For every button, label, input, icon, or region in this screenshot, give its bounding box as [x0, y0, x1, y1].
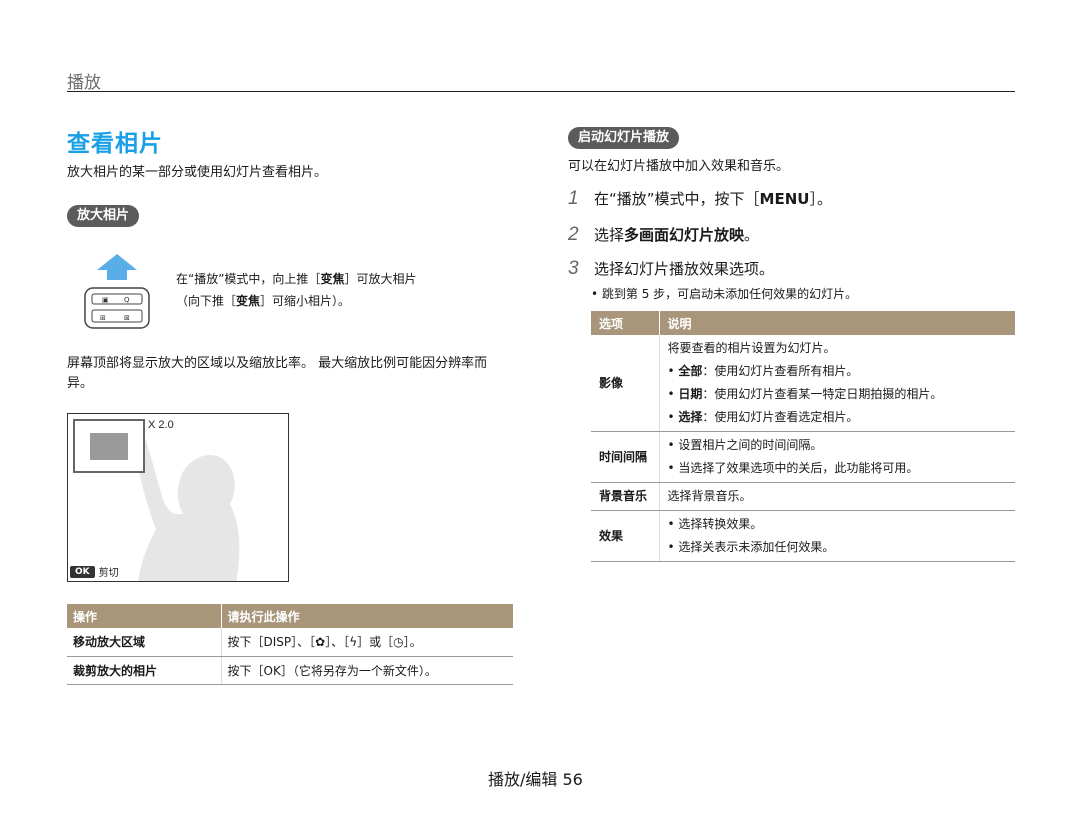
column-header: 请执行此操作 — [221, 604, 513, 628]
intro-text: 放大相片的某一部分或使用幻灯片查看相片。 — [67, 165, 328, 180]
top-rule — [67, 91, 1015, 92]
table-row: 效果 选择转换效果。 选择关表示未添加任何效果。 — [591, 510, 1015, 562]
page-title: 查看相片 — [67, 131, 163, 157]
svg-text:▣: ▣ — [102, 296, 109, 304]
ok-icon: OK — [70, 565, 95, 578]
zoom-preview-screen: X 2.0 OK 剪切 — [67, 413, 289, 582]
column-header: 选项 — [591, 311, 660, 335]
ok-crop-hint: OK 剪切 — [70, 564, 119, 579]
table-row: 时间间隔 设置相片之间的时间间隔。 当选择了效果选项中的关后，此功能将可用。 — [591, 431, 1015, 483]
slideshow-intro: 可以在幻灯片播放中加入效果和音乐。 — [568, 159, 790, 174]
table-row: 影像 将要查看的相片设置为幻灯片。 全部：使用幻灯片查看所有相片。 日期：使用幻… — [591, 335, 1015, 432]
slideshow-pill: 启动幻灯片播放 — [568, 127, 680, 149]
zoom-ratio: X 2.0 — [148, 419, 174, 431]
step-3: 3 选择幻灯片播放效果选项。 — [568, 258, 775, 279]
zoom-pill: 放大相片 — [67, 205, 140, 227]
step-bullet: • 跳到第 5 步，可启动未添加任何效果的幻灯片。 — [591, 287, 858, 301]
svg-text:Q: Q — [124, 296, 130, 304]
operations-table: 操作 请执行此操作 移动放大区域 按下［DISP］、［✿］、［ϟ］或［◷］。 裁… — [67, 604, 513, 685]
column-header: 说明 — [659, 311, 1015, 335]
svg-text:⊠: ⊠ — [124, 314, 130, 322]
section-label: 播放 — [67, 73, 101, 93]
zoom-description: 在“播放”模式中，向上推［变焦］可放大相片 （向下推［变焦］可缩小相片）。 — [176, 272, 417, 308]
step-1: 1 在“播放”模式中，按下［ MENU ］。 — [568, 188, 832, 209]
column-header: 操作 — [67, 604, 222, 628]
table-row: 移动放大区域 按下［DISP］、［✿］、［ϟ］或［◷］。 — [67, 628, 513, 657]
page-footer: 播放/编辑 56 — [488, 770, 583, 789]
zoom-lever-icon: ▣ Q ⊞ ⊠ — [84, 254, 150, 329]
svg-text:⊞: ⊞ — [100, 314, 106, 322]
table-row: 背景音乐 选择背景音乐。 — [591, 482, 1015, 511]
zoom-area-thumbnail — [73, 419, 145, 473]
table-row: 裁剪放大的相片 按下［OK］（它将另存为一个新文件）。 — [67, 656, 513, 685]
slideshow-options-table: 选项 说明 影像 将要查看的相片设置为幻灯片。 全部：使用幻灯片查看所有相片。 … — [591, 311, 1015, 562]
screen-note: 屏幕顶部将显示放大的区域以及缩放比率。 最大缩放比例可能因分辨率而异。 — [67, 356, 488, 391]
step-2: 2 选择 多画面幻灯片放映。 — [568, 224, 760, 245]
